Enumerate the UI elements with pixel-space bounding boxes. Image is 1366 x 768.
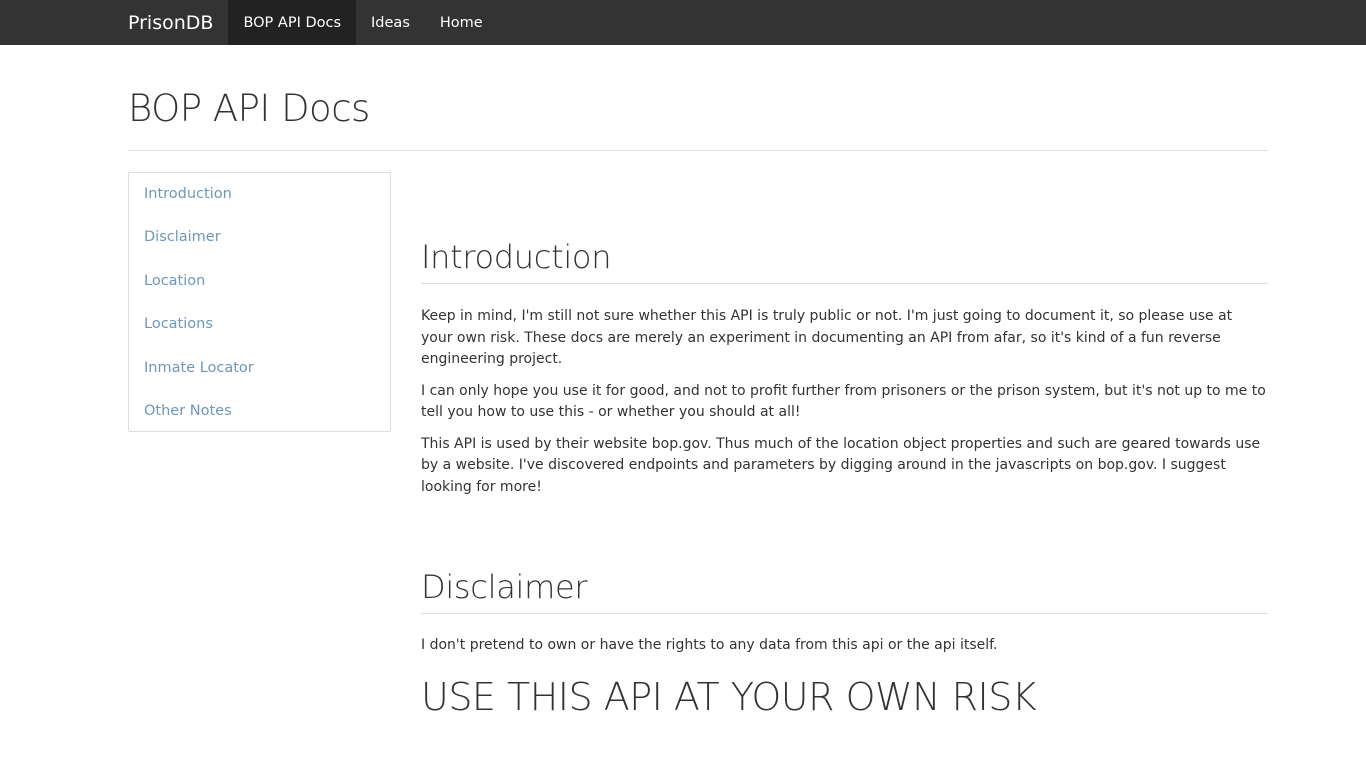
nav-link-home[interactable]: Home: [425, 0, 498, 45]
page-title: BOP API Docs: [128, 87, 370, 130]
disclaimer-heading: Disclaimer: [421, 570, 1268, 615]
nav-link-bop-api-docs[interactable]: BOP API Docs: [228, 0, 357, 45]
sidebar-item-inmate-locator[interactable]: Inmate Locator: [129, 346, 390, 390]
disclaimer-section: Disclaimer I don't pretend to own or hav…: [421, 570, 1268, 718]
sidebar-item-disclaimer[interactable]: Disclaimer: [129, 216, 390, 260]
risk-warning-heading: USE THIS API AT YOUR OWN RISK: [421, 674, 1037, 719]
introduction-paragraph-3: This API is used by their website bop.go…: [421, 435, 1261, 495]
sidebar-item-location[interactable]: Location: [129, 259, 390, 303]
main-content: Introduction Keep in mind, I'm still not…: [421, 239, 1268, 719]
sidebar-item-other-notes[interactable]: Other Notes: [129, 390, 390, 434]
brand-link[interactable]: PrisonDB: [113, 0, 228, 45]
introduction-heading: Introduction: [421, 239, 1268, 285]
nav-link-ideas[interactable]: Ideas: [356, 0, 425, 45]
top-navbar: PrisonDB BOP API Docs Ideas Home: [0, 0, 1366, 45]
introduction-section: Introduction Keep in mind, I'm still not…: [421, 239, 1268, 498]
sidebar-list: Introduction Disclaimer Location Locatio…: [129, 172, 390, 433]
navbar-inner: PrisonDB BOP API Docs Ideas Home: [113, 0, 498, 45]
sidebar-item-locations[interactable]: Locations: [129, 303, 390, 347]
sidebar-nav: Introduction Disclaimer Location Locatio…: [128, 172, 391, 432]
introduction-paragraph-1: Keep in mind, I'm still not sure whether…: [421, 308, 1233, 368]
sidebar-item-introduction[interactable]: Introduction: [129, 172, 390, 216]
introduction-paragraph-2: I can only hope you use it for good, and…: [421, 382, 1266, 421]
disclaimer-paragraph: I don't pretend to own or have the right…: [421, 637, 998, 654]
page-header: BOP API Docs: [128, 80, 1268, 151]
